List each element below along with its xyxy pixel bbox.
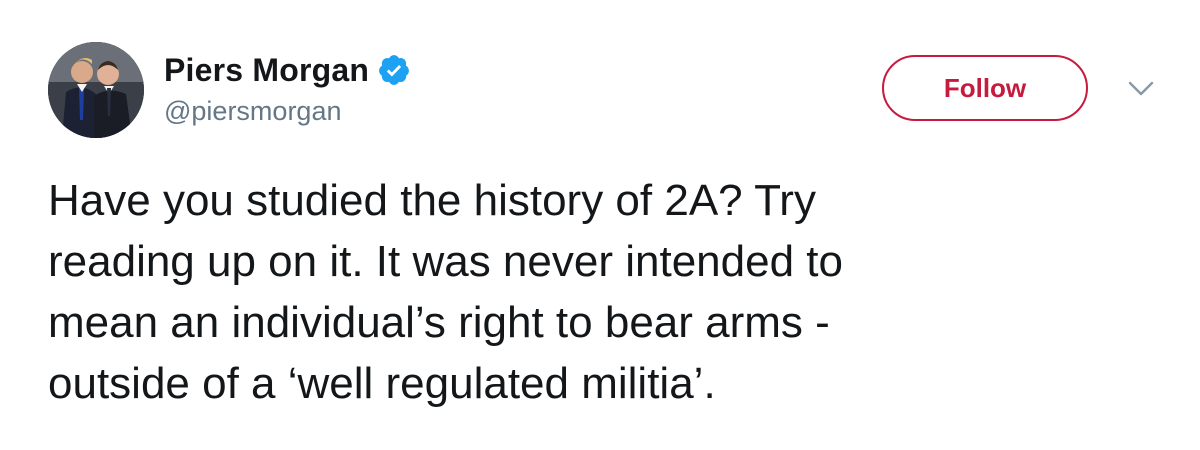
author-name-row: Piers Morgan <box>164 50 411 90</box>
verified-badge-icon <box>377 53 411 87</box>
tweet-text: Have you studied the history of 2A? Try … <box>48 176 843 408</box>
tweet-card: Piers Morgan @piersmorgan Follow Have yo… <box>0 0 1200 450</box>
avatar-photo-icon <box>48 42 144 138</box>
author-handle[interactable]: @piersmorgan <box>164 96 341 127</box>
author-display-name[interactable]: Piers Morgan <box>164 52 369 89</box>
author-avatar[interactable] <box>48 42 144 138</box>
chevron-down-icon[interactable] <box>1128 80 1154 98</box>
follow-button[interactable]: Follow <box>882 55 1088 121</box>
